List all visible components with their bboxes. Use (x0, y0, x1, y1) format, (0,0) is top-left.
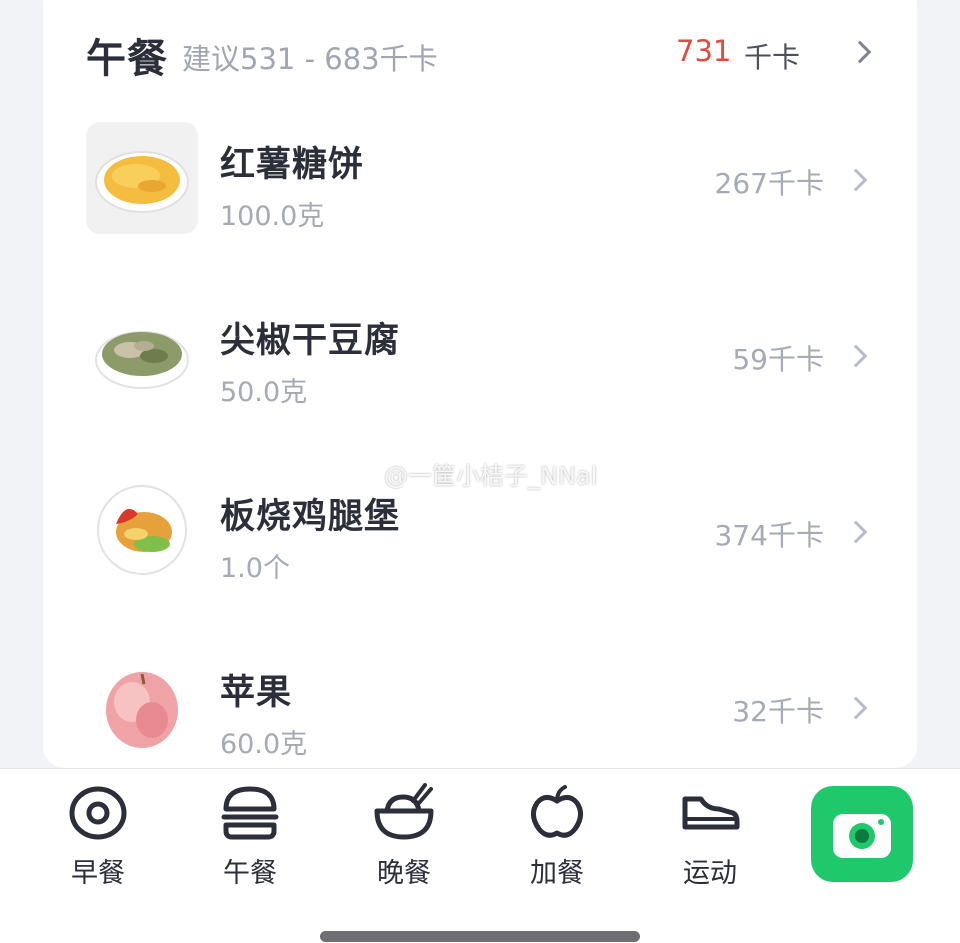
egg-icon (38, 783, 158, 841)
burger-icon (190, 783, 310, 841)
food-kcal: 374千卡 (714, 519, 824, 552)
tab-label: 运动 (683, 858, 737, 889)
food-amount: 1.0个 (220, 553, 290, 584)
apple-icon (497, 783, 617, 841)
meal-kcal-unit: 千卡 (744, 41, 801, 74)
food-row[interactable]: 尖椒干豆腐 50.0克 59千卡 (86, 298, 886, 412)
tab-exercise[interactable]: 运动 (650, 783, 770, 893)
tab-snack[interactable]: 加餐 (497, 783, 617, 893)
food-image (86, 650, 198, 762)
watermark-text: @一筐小桔子_NNal (384, 462, 598, 490)
food-image (86, 298, 198, 410)
food-row[interactable]: 苹果 60.0克 32千卡 (86, 650, 886, 764)
tab-label: 早餐 (71, 858, 125, 889)
food-amount: 50.0克 (220, 377, 308, 408)
chevron-right-icon (844, 344, 868, 368)
food-name: 尖椒干豆腐 (220, 321, 401, 361)
food-row[interactable]: 红薯糖饼 100.0克 267千卡 (86, 122, 886, 236)
food-image (86, 122, 198, 234)
food-amount: 60.0克 (220, 729, 308, 760)
meal-header[interactable]: 午餐 建议531 - 683千卡 731 千卡 (86, 22, 886, 82)
tab-label: 晚餐 (377, 858, 431, 889)
sneaker-icon (650, 783, 770, 841)
tab-dinner[interactable]: 晚餐 (344, 783, 464, 893)
food-name: 红薯糖饼 (220, 145, 365, 185)
food-image (86, 474, 198, 586)
watermark: @一筐小桔子_NNal (342, 454, 598, 491)
tab-lunch[interactable]: 午餐 (190, 783, 310, 893)
meal-suggestion: 建议531 - 683千卡 (182, 42, 438, 76)
chevron-right-icon (844, 168, 868, 192)
food-kcal: 32千卡 (732, 695, 824, 728)
food-kcal: 267千卡 (714, 167, 824, 200)
chevron-right-icon (844, 696, 868, 720)
chevron-right-icon[interactable] (848, 40, 872, 64)
home-indicator[interactable] (320, 931, 640, 942)
food-name: 板烧鸡腿堡 (220, 497, 401, 537)
meal-title: 午餐 (86, 36, 168, 82)
food-amount: 100.0克 (220, 201, 325, 232)
meal-total-kcal: 731 (676, 34, 732, 68)
food-name: 苹果 (220, 673, 293, 713)
camera-button[interactable] (811, 786, 913, 882)
food-kcal: 59千卡 (732, 343, 824, 376)
tab-label: 加餐 (530, 858, 584, 889)
food-row[interactable]: 板烧鸡腿堡 1.0个 374千卡 (86, 474, 886, 588)
chevron-right-icon (844, 520, 868, 544)
tab-breakfast[interactable]: 早餐 (38, 783, 158, 893)
weibo-icon (342, 454, 382, 490)
camera-icon (811, 814, 913, 886)
bowl-icon (344, 783, 464, 841)
tab-label: 午餐 (223, 858, 277, 889)
